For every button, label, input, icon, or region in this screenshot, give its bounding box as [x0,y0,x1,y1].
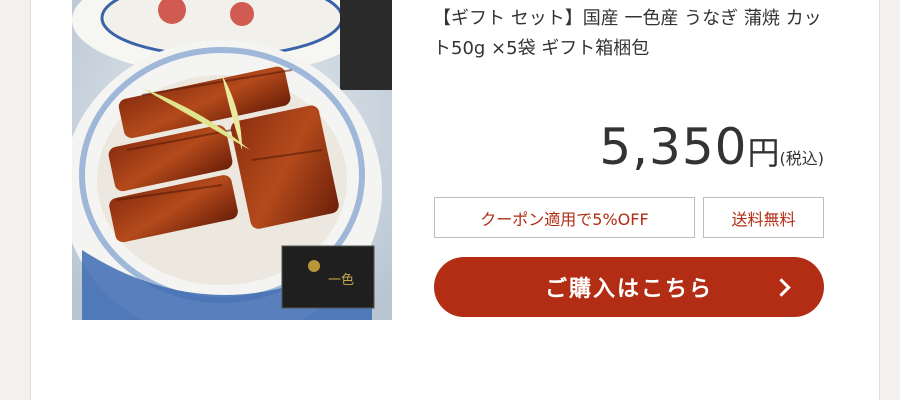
price-tax-note: (税込) [779,149,825,168]
buy-button-label: ご購入はこちら [544,277,713,302]
coupon-badge: クーポン適用で5%OFF [434,197,695,238]
buy-button[interactable]: ご購入はこちら [434,257,824,317]
box-logo-text: 一色 [328,272,354,288]
free-shipping-badge: 送料無料 [703,197,824,238]
chevron-right-icon [772,278,791,297]
product-title[interactable]: 【ギフト セット】国産 一色産 うなぎ 蒲焼 カット50g ×5袋 ギフト箱梱包 [433,4,833,64]
price-unit: 円 [747,134,780,172]
unadon-photo: 一色 [72,0,392,320]
price-value: 5,350 [599,118,748,176]
product-image[interactable]: 一色 [72,0,392,320]
price: 5,350円(税込) [433,118,824,176]
